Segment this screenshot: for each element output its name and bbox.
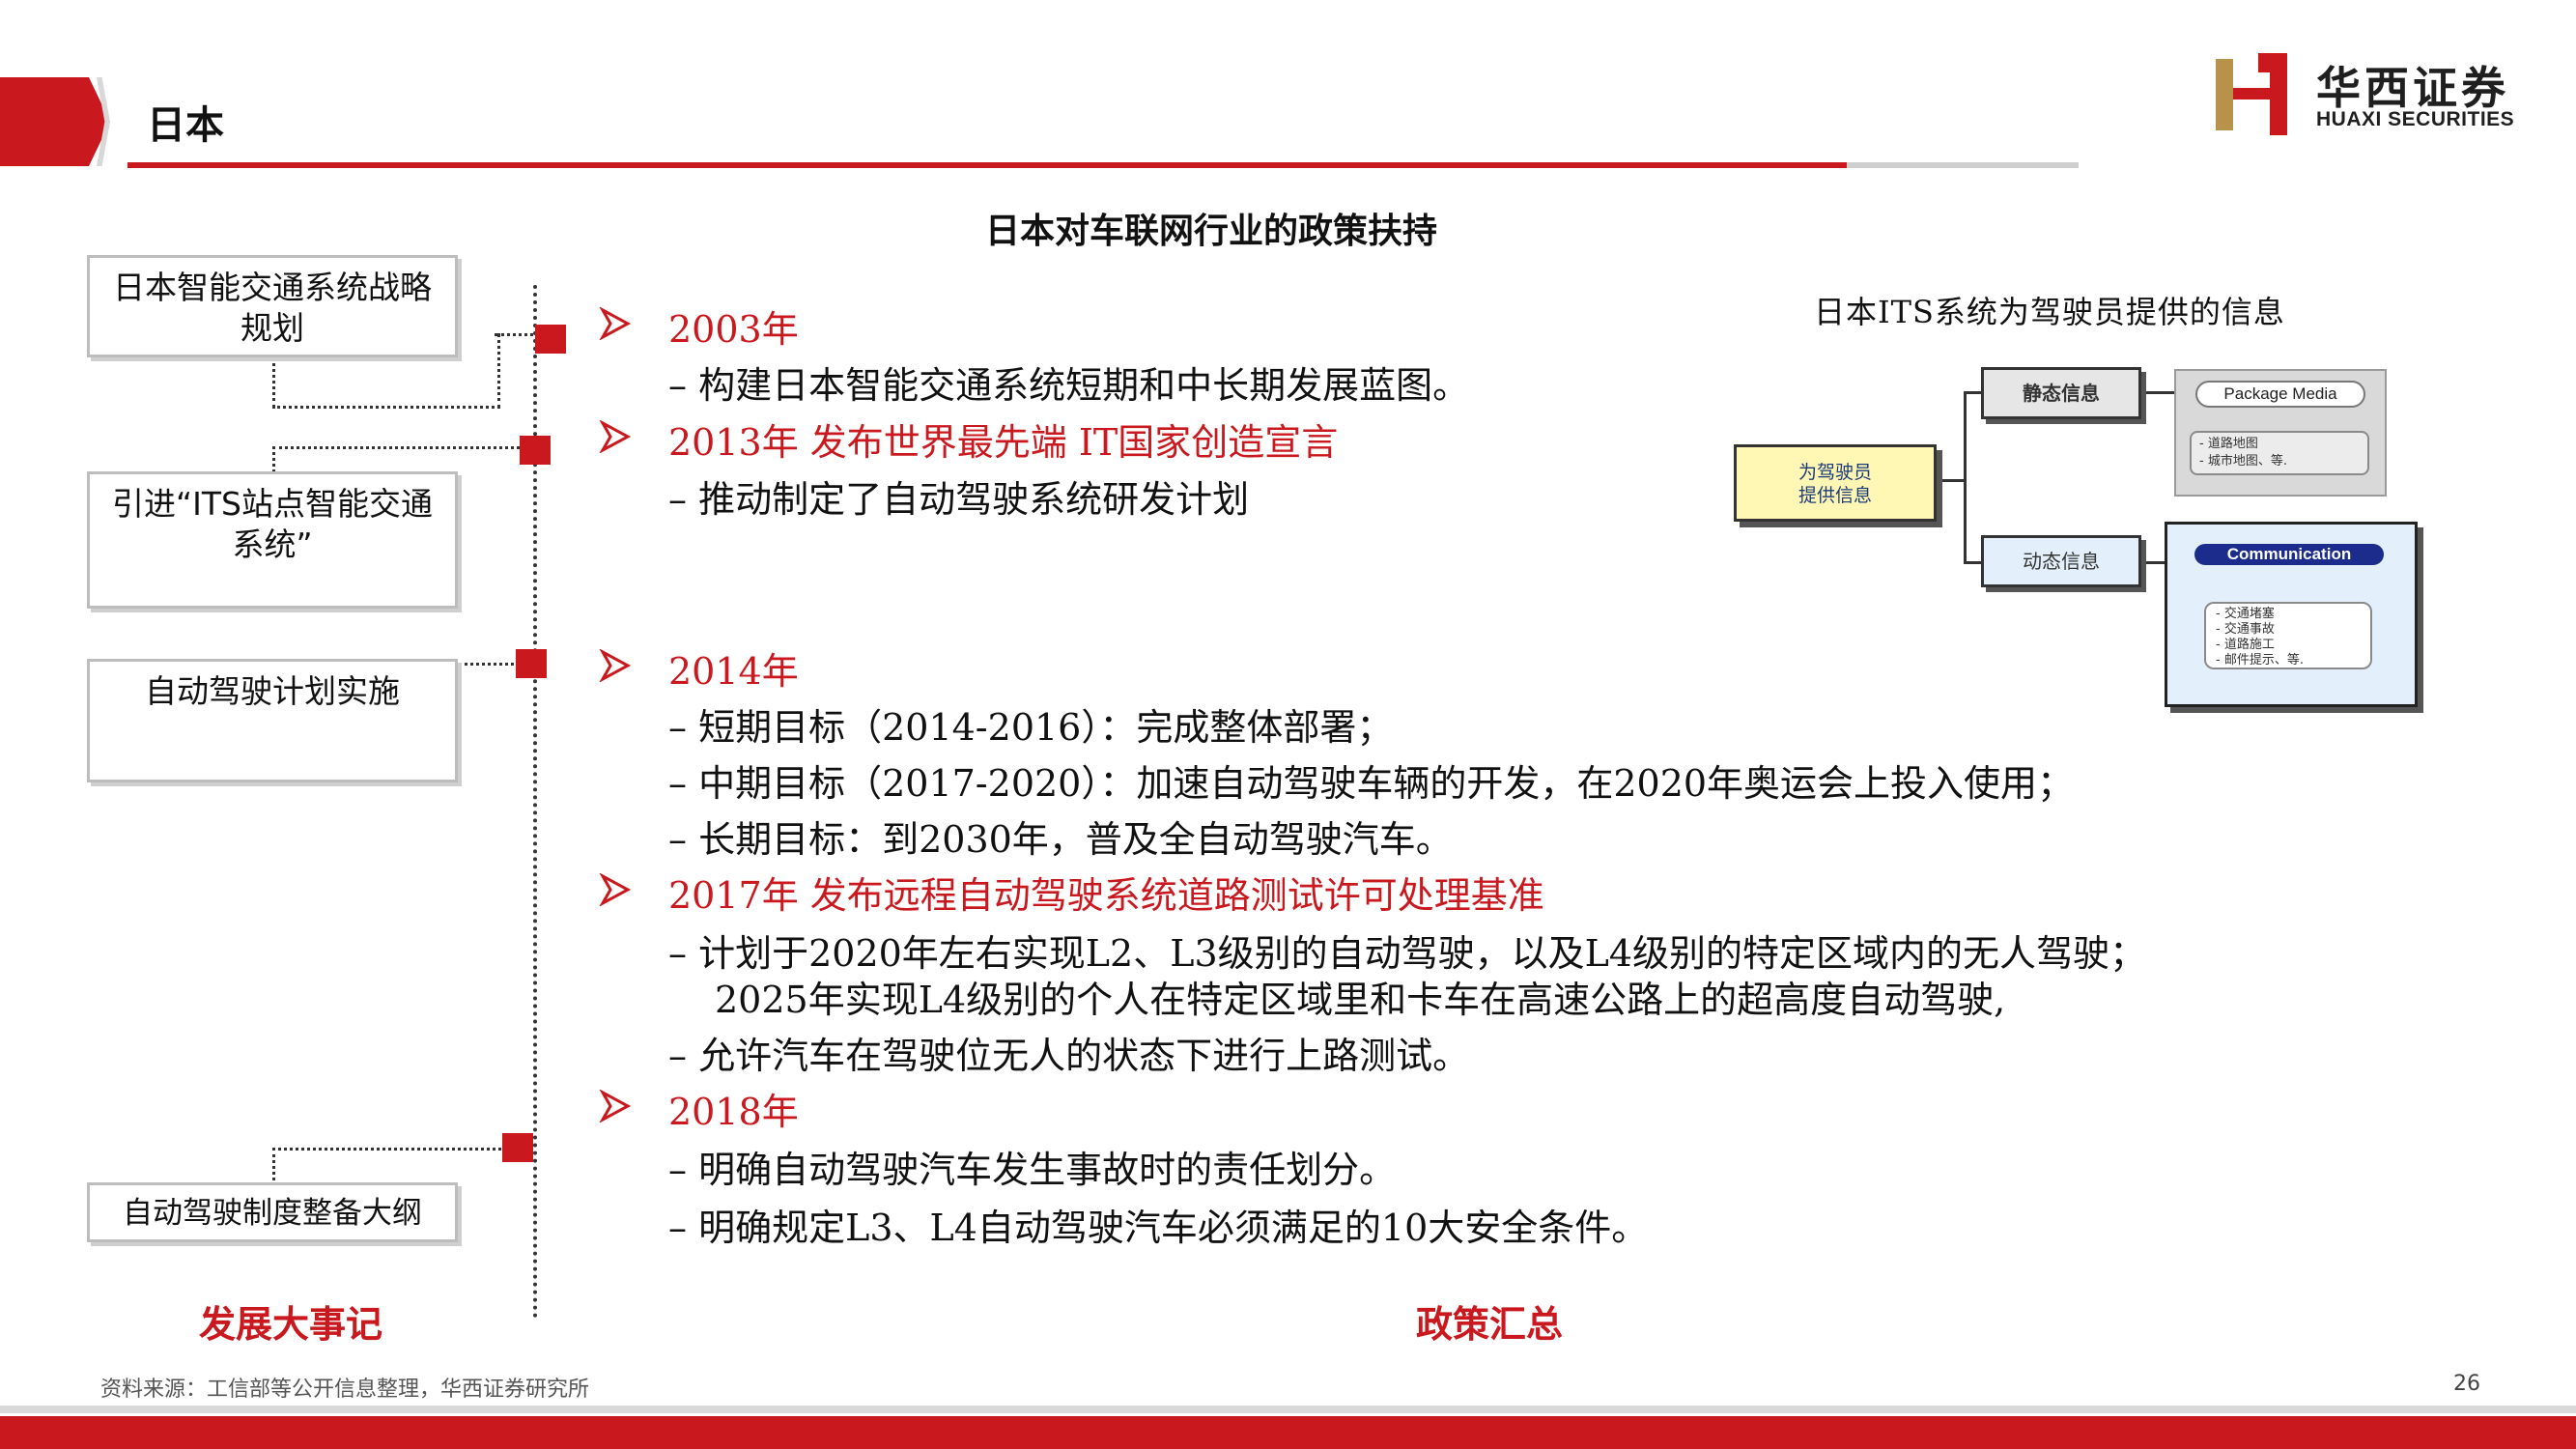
policy-bullet-text: 计划于2020年左右实现L2、L3级别的自动驾驶，以及L4级别的特定区域内的无人… bbox=[698, 932, 2147, 975]
its-package-media-title: Package Media bbox=[2195, 381, 2365, 408]
policy-bullet: – 明确规定L3、L4自动驾驶汽车必须满足的10大安全条件。 bbox=[668, 1207, 1649, 1249]
its-root-line-2: 提供信息 bbox=[1798, 485, 1872, 506]
its-package-media-list: - 道路地图 - 城市地图、等. bbox=[2190, 431, 2369, 475]
policy-bullet: – 短期目标（2014-2016）：完成整体部署； bbox=[668, 706, 1394, 749]
bullet-arrow-icon bbox=[599, 307, 632, 340]
its-package-media-title-text: Package Media bbox=[2223, 384, 2337, 403]
policy-year-2003: 2003年 bbox=[668, 308, 799, 351]
policy-bullet-text: 2025年实现L4级别的个人在特定区域里和卡车在高速公路上的超高度自动驾驶, bbox=[715, 979, 2006, 1021]
its-comm-item: - 交通堵塞 bbox=[2216, 607, 2275, 621]
policy-year-2014: 2014年 bbox=[668, 650, 799, 693]
its-static-label: 静态信息 bbox=[2023, 382, 2100, 405]
policy-bullet-text: 长期目标：到2030年，普及全自动驾驶汽车。 bbox=[698, 818, 1453, 861]
policy-bullet-continuation: 2025年实现L4级别的个人在特定区域里和卡车在高速公路上的超高度自动驾驶, bbox=[715, 970, 2005, 1023]
timeline-box-3: 自动驾驶计划实施 bbox=[87, 659, 458, 782]
its-connector-static bbox=[2141, 391, 2174, 394]
timeline-box-4: 自动驾驶制度整备大纲 bbox=[87, 1182, 458, 1242]
its-communication-panel: Communication - 交通堵塞 - 交通事故 - 道路施工 - 邮件提… bbox=[2165, 522, 2418, 707]
its-connector-dynamic bbox=[2141, 561, 2165, 564]
policy-footer-label: 政策汇总 bbox=[1416, 1303, 1564, 1346]
policy-bullet: – 明确自动驾驶汽车发生事故时的责任划分。 bbox=[668, 1149, 1397, 1191]
page-number: 26 bbox=[2453, 1372, 2480, 1396]
header-rule-gray bbox=[1847, 162, 2079, 168]
its-root-line-1: 为驾驶员 bbox=[1798, 462, 1872, 483]
footer-band bbox=[0, 1416, 2576, 1449]
connector-4 bbox=[272, 1148, 507, 1187]
its-connector-vertical bbox=[1964, 391, 1967, 563]
timeline-box-4-label: 自动驾驶制度整备大纲 bbox=[123, 1196, 422, 1231]
timeline-box-2-label: 引进“ITS站点智能交通系统” bbox=[112, 485, 433, 563]
timeline-marker-3 bbox=[516, 649, 547, 678]
footer-rule bbox=[0, 1406, 2576, 1413]
policy-bullet-text: 短期目标（2014-2016）：完成整体部署； bbox=[698, 706, 1394, 749]
its-static-box: 静态信息 bbox=[1981, 367, 2141, 419]
timeline-box-3-label: 自动驾驶计划实施 bbox=[145, 672, 400, 710]
policy-bullet-text: 中期目标（2017-2020）：加速自动驾驶车辆的开发，在2020年奥运会上投入… bbox=[698, 762, 2075, 805]
policy-bullet-text: 推动制定了自动驾驶系统研发计划 bbox=[698, 478, 1250, 521]
its-media-item: - 道路地图 bbox=[2199, 437, 2258, 451]
page-title: 日本 bbox=[147, 103, 224, 148]
its-comm-item: - 道路施工 bbox=[2216, 638, 2275, 652]
its-communication-title-text: Communication bbox=[2226, 545, 2352, 563]
its-package-media-panel: Package Media - 道路地图 - 城市地图、等. bbox=[2174, 369, 2387, 497]
timeline-box-1: 日本智能交通系统战略规划 bbox=[87, 255, 458, 357]
policy-year-2013: 2013年 发布世界最先端 IT国家创造宣言 bbox=[668, 421, 1339, 464]
its-root-box: 为驾驶员 提供信息 bbox=[1734, 444, 1937, 522]
its-communication-list: - 交通堵塞 - 交通事故 - 道路施工 - 邮件提示、等. bbox=[2204, 602, 2372, 669]
its-dynamic-box: 动态信息 bbox=[1981, 535, 2141, 587]
policy-year-2018: 2018年 bbox=[668, 1091, 799, 1133]
policy-bullet-text: 允许汽车在驾驶位无人的状态下进行上路测试。 bbox=[698, 1035, 1470, 1077]
header-rule-red bbox=[127, 162, 1847, 168]
its-connector-top bbox=[1964, 391, 1981, 394]
its-connector-bottom bbox=[1964, 561, 1981, 564]
timeline-marker-4 bbox=[502, 1133, 533, 1162]
policy-bullet: – 中期目标（2017-2020）：加速自动驾驶车辆的开发，在2020年奥运会上… bbox=[668, 762, 2075, 805]
connector-1b bbox=[495, 333, 533, 336]
timeline-box-2: 引进“ITS站点智能交通系统” bbox=[87, 471, 458, 609]
its-connector-trunk bbox=[1937, 479, 1966, 482]
its-dynamic-label: 动态信息 bbox=[2023, 550, 2100, 573]
policy-bullet: – 推动制定了自动驾驶系统研发计划 bbox=[668, 478, 1250, 521]
its-media-item: - 城市地图、等. bbox=[2199, 454, 2287, 469]
its-diagram-caption: 日本ITS系统为驾驶员提供的信息 bbox=[1814, 294, 2285, 330]
source-note: 资料来源：工信部等公开信息整理，华西证券研究所 bbox=[100, 1378, 590, 1402]
its-communication-title: Communication bbox=[2194, 544, 2384, 565]
bullet-arrow-icon bbox=[599, 873, 632, 906]
policy-bullet: – 允许汽车在驾驶位无人的状态下进行上路测试。 bbox=[668, 1035, 1470, 1077]
header-accent-block bbox=[0, 77, 89, 166]
policy-bullet-text: 明确自动驾驶汽车发生事故时的责任划分。 bbox=[698, 1149, 1397, 1191]
bullet-arrow-icon bbox=[599, 420, 632, 453]
slide-title: 日本对车联网行业的政策扶持 bbox=[985, 212, 1438, 251]
policy-bullet-text: 构建日本智能交通系统短期和中长期发展蓝图。 bbox=[698, 364, 1470, 407]
policy-bullet: – 长期目标：到2030年，普及全自动驾驶汽车。 bbox=[668, 818, 1453, 861]
policy-bullet: – 构建日本智能交通系统短期和中长期发展蓝图。 bbox=[668, 364, 1470, 407]
its-comm-item: - 交通事故 bbox=[2216, 622, 2275, 637]
policy-bullet-text: 明确规定L3、L4自动驾驶汽车必须满足的10大安全条件。 bbox=[698, 1207, 1649, 1249]
its-comm-item: - 邮件提示、等. bbox=[2216, 653, 2304, 668]
bullet-arrow-icon bbox=[599, 1090, 632, 1122]
timeline-footer-label: 发展大事记 bbox=[199, 1303, 383, 1346]
policy-year-2017: 2017年 发布远程自动驾驶系统道路测试许可处理基准 bbox=[668, 874, 1544, 917]
timeline-marker-1 bbox=[535, 325, 566, 354]
logo-text-en: HUAXI SECURITIES bbox=[2316, 108, 2515, 130]
company-logo-icon bbox=[2216, 53, 2287, 135]
policy-bullet: – 计划于2020年左右实现L2、L3级别的自动驾驶，以及L4级别的特定区域内的… bbox=[668, 932, 2147, 975]
timeline-marker-2 bbox=[520, 436, 551, 465]
bullet-arrow-icon bbox=[599, 649, 632, 682]
timeline-box-1-label: 日本智能交通系统战略规划 bbox=[113, 269, 432, 347]
